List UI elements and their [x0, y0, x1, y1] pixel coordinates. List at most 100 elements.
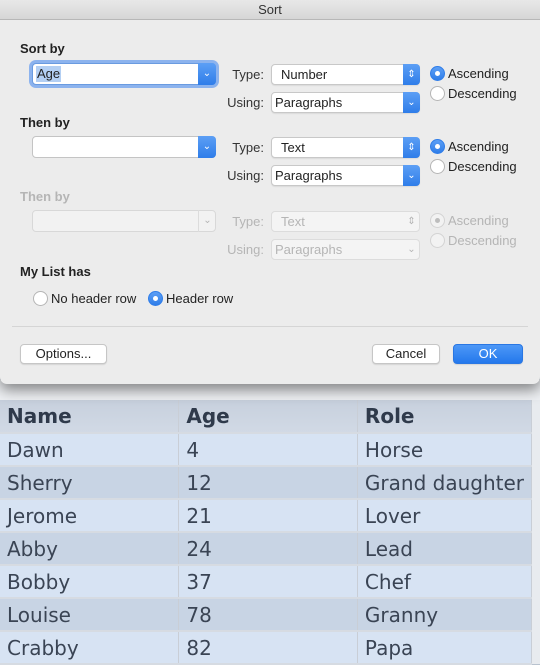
chevron-down-icon: ⌄ [403, 92, 420, 113]
cell-role[interactable]: Lover [357, 499, 533, 533]
cell-age[interactable]: 12 [178, 466, 358, 500]
sort-by-column-combo[interactable]: Age ⌄ [32, 63, 216, 85]
table-row: Bobby 37 Chef [0, 565, 533, 599]
table-row: Louise 78 Granny [0, 598, 533, 632]
cell-role[interactable]: Horse [357, 433, 533, 467]
then-by-1-column-combo[interactable]: ⌄ [32, 136, 216, 158]
sort-by-ascending-radio[interactable]: Ascending [430, 66, 509, 81]
cell-age[interactable]: 78 [178, 598, 358, 632]
then-by-1-using-value: Paragraphs [275, 168, 343, 183]
then-by-1-using-popup[interactable]: Paragraphs ⌄ [271, 165, 420, 186]
sort-by-type-value: Number [281, 67, 328, 82]
then-by-2-ascending-radio: Ascending [430, 213, 509, 228]
no-header-row-label: No header row [51, 291, 137, 306]
updown-arrows-icon: ⇕ [403, 64, 420, 85]
no-header-row-radio[interactable]: No header row [33, 291, 136, 306]
then-by-1-using-label: Using: [227, 168, 264, 183]
sort-by-label: Sort by [20, 41, 65, 56]
table-header-row: Name Age Role [0, 400, 533, 434]
radio-selected-icon [148, 291, 163, 306]
cell-age[interactable]: 24 [178, 532, 358, 566]
then-by-2-descending-label: Descending [448, 233, 517, 248]
cell-name[interactable]: Bobby [0, 565, 180, 599]
then-by-2-type-popup: Text ⇕ [271, 211, 420, 232]
header-age[interactable]: Age [178, 400, 358, 434]
sort-by-ascending-label: Ascending [448, 66, 509, 81]
cell-name[interactable]: Dawn [0, 433, 180, 467]
then-by-2-type-label: Type: [232, 214, 264, 229]
then-by-1-descending-label: Descending [448, 159, 517, 174]
cell-role[interactable]: Granny [357, 598, 533, 632]
sort-by-using-popup[interactable]: Paragraphs ⌄ [271, 92, 420, 113]
options-button[interactable]: Options... [20, 344, 107, 364]
sort-by-using-value: Paragraphs [275, 95, 343, 110]
data-table: Name Age Role Dawn 4 Horse Sherry 12 Gra… [0, 400, 533, 665]
then-by-2-using-value: Paragraphs [275, 242, 343, 257]
cell-name[interactable]: Jerome [0, 499, 180, 533]
radio-selected-icon [430, 213, 445, 228]
chevron-down-icon[interactable]: ⌄ [198, 136, 216, 158]
table-row: Jerome 21 Lover [0, 499, 533, 533]
radio-unselected-icon [430, 233, 445, 248]
cell-role[interactable]: Chef [357, 565, 533, 599]
chevron-down-icon: ⌄ [407, 244, 416, 255]
header-name[interactable]: Name [0, 400, 180, 434]
cell-name[interactable]: Abby [0, 532, 180, 566]
document-area: Name Age Role Dawn 4 Horse Sherry 12 Gra… [0, 380, 540, 665]
chevron-down-icon[interactable]: ⌄ [198, 63, 216, 85]
then-by-2-column-combo: ⌄ [32, 210, 216, 232]
cell-role[interactable]: Grand daughter [357, 466, 533, 500]
then-by-2-using-popup: Paragraphs ⌄ [271, 239, 420, 260]
sort-by-descending-label: Descending [448, 86, 517, 101]
cell-age[interactable]: 4 [178, 433, 358, 467]
cell-role[interactable]: Papa [357, 631, 533, 665]
cell-age[interactable]: 82 [178, 631, 358, 665]
cell-role[interactable]: Lead [357, 532, 533, 566]
sort-by-type-popup[interactable]: Number ⇕ [271, 64, 420, 85]
header-role[interactable]: Role [357, 400, 533, 434]
page-margin [532, 400, 540, 664]
table-row: Sherry 12 Grand daughter [0, 466, 533, 500]
updown-arrows-icon: ⇕ [403, 137, 420, 158]
header-row-label: Header row [166, 291, 234, 306]
then-by-1-ascending-radio[interactable]: Ascending [430, 139, 509, 154]
then-by-1-type-popup[interactable]: Text ⇕ [271, 137, 420, 158]
cell-name[interactable]: Sherry [0, 466, 180, 500]
radio-unselected-icon [430, 159, 445, 174]
then-by-1-descending-radio[interactable]: Descending [430, 159, 517, 174]
radio-unselected-icon [33, 291, 48, 306]
chevron-down-icon: ⌄ [198, 210, 216, 232]
cell-age[interactable]: 21 [178, 499, 358, 533]
then-by-1-label: Then by [20, 115, 70, 130]
radio-selected-icon [430, 66, 445, 81]
then-by-2-using-label: Using: [227, 242, 264, 257]
ok-button[interactable]: OK [453, 344, 523, 364]
then-by-1-type-value: Text [281, 140, 305, 155]
cell-name[interactable]: Crabby [0, 631, 180, 665]
radio-unselected-icon [430, 86, 445, 101]
sort-dialog: Sort Sort by Age ⌄ Type: Number ⇕ Using:… [0, 0, 540, 384]
then-by-2-ascending-label: Ascending [448, 213, 509, 228]
then-by-2-type-value: Text [281, 214, 305, 229]
then-by-2-descending-radio: Descending [430, 233, 517, 248]
sort-by-type-label: Type: [232, 67, 264, 82]
then-by-2-label: Then by [20, 189, 70, 204]
sort-by-using-label: Using: [227, 95, 264, 110]
table-row: Dawn 4 Horse [0, 433, 533, 467]
header-row-radio[interactable]: Header row [148, 291, 233, 306]
cell-age[interactable]: 37 [178, 565, 358, 599]
cancel-button[interactable]: Cancel [372, 344, 440, 364]
sort-by-descending-radio[interactable]: Descending [430, 86, 517, 101]
my-list-has-label: My List has [20, 264, 91, 279]
chevron-down-icon: ⌄ [403, 165, 420, 186]
then-by-1-type-label: Type: [232, 140, 264, 155]
sort-by-column-value: Age [36, 66, 62, 82]
cell-name[interactable]: Louise [0, 598, 180, 632]
table-row: Crabby 82 Papa [0, 631, 533, 665]
divider [12, 326, 528, 327]
then-by-1-ascending-label: Ascending [448, 139, 509, 154]
updown-arrows-icon: ⇕ [407, 216, 416, 227]
dialog-title: Sort [0, 0, 540, 20]
table-row: Abby 24 Lead [0, 532, 533, 566]
radio-selected-icon [430, 139, 445, 154]
